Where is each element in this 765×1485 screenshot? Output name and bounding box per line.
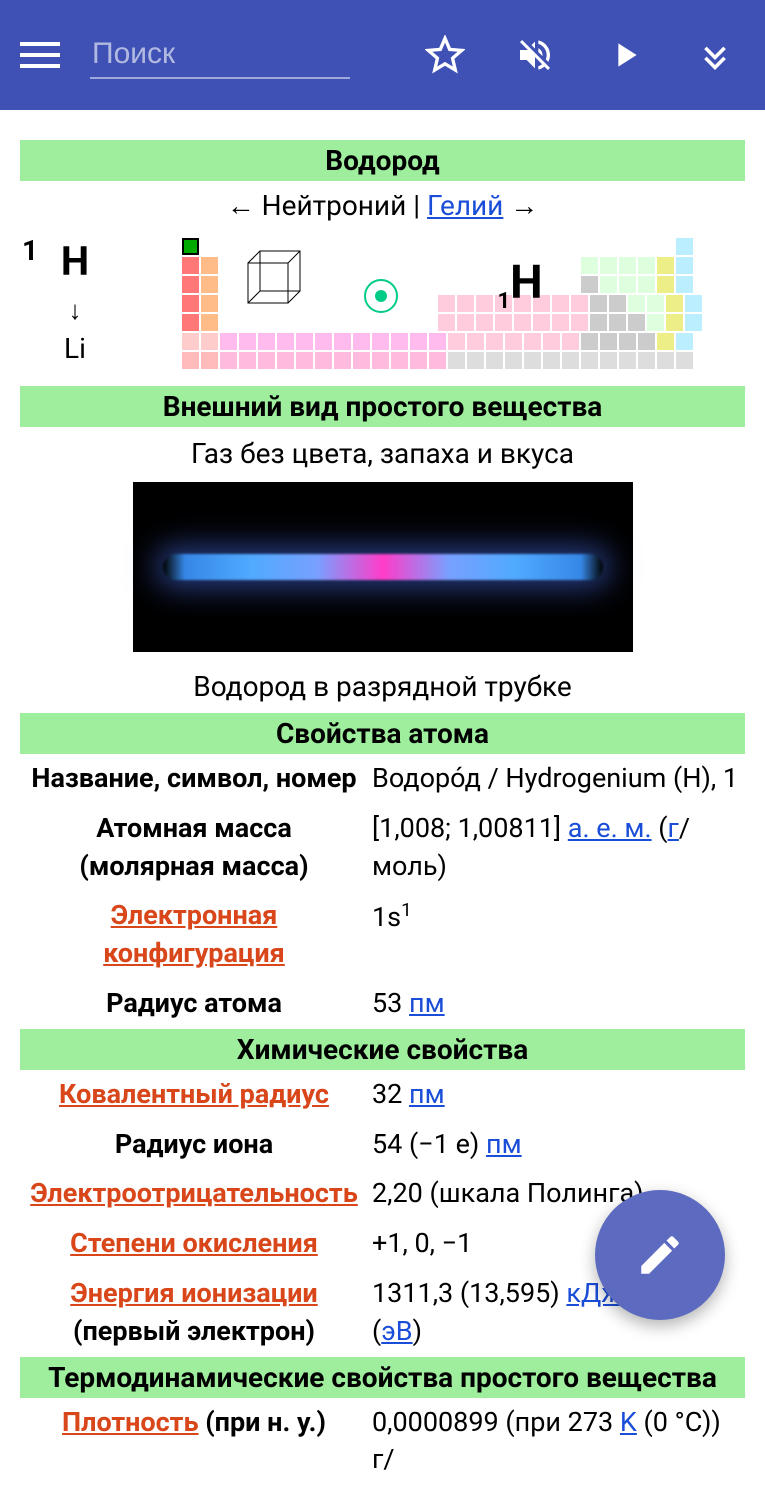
- discharge-tube-image-row: [20, 476, 745, 658]
- top-bar: [0, 0, 765, 110]
- row-density: Плотность (при н. у.) 0,0000899 (при 273…: [20, 1398, 745, 1485]
- mute-icon[interactable]: [515, 35, 555, 75]
- section-chem-props: Химические свойства: [20, 1029, 745, 1070]
- topbar-actions: [425, 35, 745, 75]
- cov-radius-link[interactable]: Ковалентный радиус: [59, 1078, 329, 1110]
- element-nav: ← Нейтроний | Гелий →: [20, 181, 745, 230]
- play-icon[interactable]: [605, 35, 645, 75]
- tube-caption: Водород в разрядной трубке: [20, 658, 745, 713]
- pm-link-1[interactable]: пм: [409, 987, 445, 1019]
- row-mass: Атомная масса (молярная масса) [1,008; 1…: [20, 804, 745, 892]
- element-below: Li: [20, 332, 130, 365]
- oxid-link[interactable]: Степени окисления: [70, 1227, 318, 1259]
- name-value: Водоро́д / Hydrogenium (H), 1: [368, 754, 745, 804]
- oxid-label: Степени окисления: [20, 1219, 368, 1269]
- element-symbol-cell: 1 H ↓ Li: [20, 234, 130, 365]
- row-econf: Электронная конфигурация 1s1: [20, 891, 745, 979]
- section-thermo-props: Термодинамические свойства простого веще…: [20, 1357, 745, 1398]
- row-name: Название, символ, номер Водоро́д / Hydro…: [20, 754, 745, 804]
- element-overview-row: 1 H ↓ Li: [20, 230, 745, 386]
- section-atom-props: Свойства атома: [20, 713, 745, 754]
- element-title: Водород: [20, 140, 745, 181]
- star-icon[interactable]: [425, 35, 465, 75]
- atomic-number: 1: [22, 234, 38, 267]
- kelvin-link[interactable]: K: [620, 1406, 637, 1438]
- econf-label: Электронная конфигурация: [20, 891, 368, 979]
- menu-icon[interactable]: [20, 35, 60, 75]
- large-symbol: 1H: [498, 256, 543, 314]
- nav-next-link[interactable]: Гелий: [427, 189, 503, 222]
- gram-link[interactable]: г: [668, 812, 679, 844]
- ioniz-label: Энергия ионизации (первый электрон): [20, 1269, 368, 1357]
- edit-fab[interactable]: [595, 1190, 725, 1320]
- density-link[interactable]: Плотность: [62, 1406, 199, 1438]
- atom-radius-value: 53 пм: [368, 979, 745, 1029]
- ioniz-link[interactable]: Энергия ионизации: [70, 1277, 317, 1309]
- row-ion-radius: Радиус иона 54 (−1 e) пм: [20, 1120, 745, 1170]
- pencil-icon: [635, 1230, 685, 1280]
- cov-radius-label: Ковалентный радиус: [20, 1070, 368, 1120]
- periodic-table-thumb[interactable]: /*placeholder*/: [130, 234, 745, 382]
- ion-radius-value: 54 (−1 e) пм: [368, 1120, 745, 1170]
- density-value: 0,0000899 (при 273 K (0 °C)) г/: [368, 1398, 745, 1485]
- atom-radius-label: Радиус атома: [20, 979, 368, 1029]
- appearance-description: Газ без цвета, запаха и вкуса: [20, 427, 745, 476]
- eneg-label: Электроотрицательность: [20, 1169, 368, 1219]
- discharge-tube-image[interactable]: [133, 482, 633, 652]
- name-label: Название, символ, номер: [20, 754, 368, 804]
- mass-value: [1,008; 1,00811] а. е. м. (г/моль): [368, 804, 745, 892]
- nav-prev: Нейтроний: [262, 189, 407, 222]
- search-input[interactable]: [90, 31, 350, 79]
- density-label: Плотность (при н. у.): [20, 1398, 368, 1485]
- econf-value: 1s1: [368, 891, 745, 979]
- down-arrow: ↓: [20, 295, 130, 326]
- row-atom-radius: Радиус атома 53 пм: [20, 979, 745, 1029]
- chevron-down-icon[interactable]: [695, 35, 735, 75]
- cov-radius-value: 32 пм: [368, 1070, 745, 1120]
- aem-link[interactable]: а. е. м.: [568, 812, 652, 844]
- row-cov-radius: Ковалентный радиус 32 пм: [20, 1070, 745, 1120]
- section-appearance: Внешний вид простого вещества: [20, 386, 745, 427]
- pm-link-3[interactable]: пм: [486, 1128, 522, 1160]
- bohr-model-icon: [363, 278, 399, 314]
- search-wrap: [90, 31, 415, 79]
- econf-link-1[interactable]: Электронная: [111, 899, 278, 931]
- eneg-link[interactable]: Электроотрицательность: [30, 1177, 358, 1209]
- ev-link[interactable]: эВ: [381, 1315, 412, 1347]
- mass-label: Атомная масса (молярная масса): [20, 804, 368, 892]
- ion-radius-label: Радиус иона: [20, 1120, 368, 1170]
- crystal-structure-icon: [238, 243, 308, 313]
- econf-link-2[interactable]: конфигурация: [103, 937, 285, 969]
- pm-link-2[interactable]: пм: [409, 1078, 445, 1110]
